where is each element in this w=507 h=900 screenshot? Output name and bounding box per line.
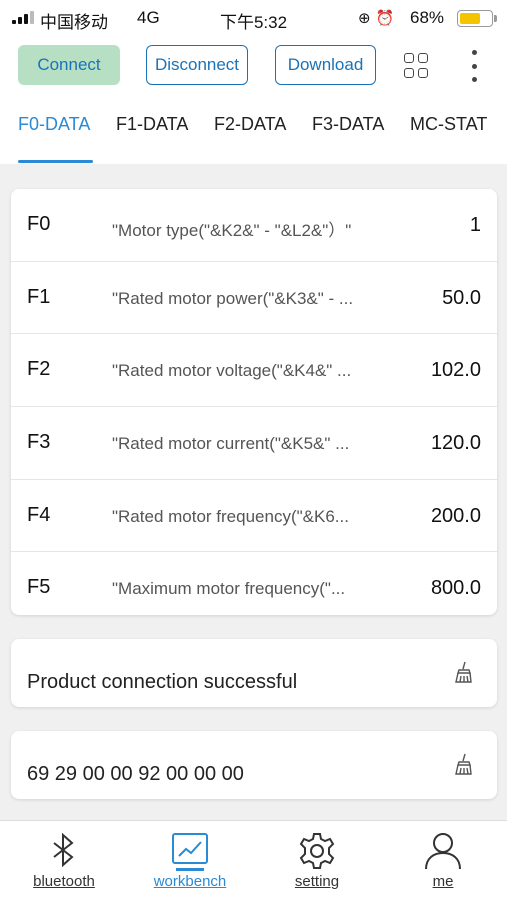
workbench-chart-icon xyxy=(172,833,208,864)
toolbar: Connect Disconnect Download xyxy=(0,36,507,94)
tab-mc-stat[interactable]: MC-STAT xyxy=(410,114,487,135)
param-row-f5[interactable]: F5 "Maximum motor frequency("... 800.0 xyxy=(11,552,497,615)
alarm-icon: ⏰ xyxy=(375,10,395,27)
grid-icon[interactable] xyxy=(404,53,429,78)
download-button[interactable]: Download xyxy=(275,45,376,85)
nav-label: workbench xyxy=(153,873,227,890)
screen-rotation-lock-icon: ⊕ xyxy=(358,10,371,27)
bottom-navigation: bluetooth workbench setting me xyxy=(0,820,507,900)
hex-data-text: 69 29 00 00 92 00 00 00 xyxy=(27,763,244,785)
param-row-f3[interactable]: F3 "Rated motor current("&K5&" ... 120.0 xyxy=(11,407,497,480)
param-description: "Rated motor voltage("&K4&" ... xyxy=(112,361,352,381)
param-row-f2[interactable]: F2 "Rated motor voltage("&K4&" ... 102.0 xyxy=(11,334,497,408)
status-message-card: Product connection successful xyxy=(11,639,497,707)
param-code: F1 xyxy=(27,285,51,308)
param-value: 1 xyxy=(469,214,481,236)
battery-icon xyxy=(457,10,497,27)
disconnect-button[interactable]: Disconnect xyxy=(146,45,248,85)
parameter-list: F0 "Motor type("&K2&" - "&L2&"）" 1 F1 "R… xyxy=(11,189,497,615)
nav-bluetooth[interactable]: bluetooth xyxy=(4,821,124,900)
tab-f1-data[interactable]: F1-DATA xyxy=(116,114,188,135)
hex-data-card: 69 29 00 00 92 00 00 00 xyxy=(11,731,497,799)
param-value: 50.0 xyxy=(442,286,481,309)
nav-label: setting xyxy=(294,873,340,890)
nav-label: me xyxy=(432,873,454,890)
param-code: F3 xyxy=(27,431,51,454)
param-value: 120.0 xyxy=(430,432,481,455)
bluetooth-icon xyxy=(53,832,74,868)
nav-workbench[interactable]: workbench xyxy=(130,821,250,900)
param-description: "Motor type("&K2&" - "&L2&"）" xyxy=(112,221,352,240)
param-row-f1[interactable]: F1 "Rated motor power("&K3&" - ... 50.0 xyxy=(11,262,497,335)
tab-f3-data[interactable]: F3-DATA xyxy=(312,114,384,135)
nav-label: bluetooth xyxy=(33,873,95,890)
param-code: F0 xyxy=(27,213,51,235)
param-description: "Rated motor power("&K3&" - ... xyxy=(112,288,354,308)
nav-setting[interactable]: setting xyxy=(257,821,377,900)
param-row-f0[interactable]: F0 "Motor type("&K2&" - "&L2&"）" 1 xyxy=(11,189,497,262)
param-value: 102.0 xyxy=(430,359,481,382)
param-code: F2 xyxy=(27,358,51,381)
active-tab-indicator xyxy=(18,160,93,163)
tab-f0-data[interactable]: F0-DATA xyxy=(18,114,90,135)
param-description: "Rated motor current("&K5&" ... xyxy=(112,434,350,454)
status-message: Product connection successful xyxy=(27,671,298,693)
nav-me[interactable]: me xyxy=(383,821,503,900)
param-value: 800.0 xyxy=(430,577,481,600)
param-description: "Maximum motor frequency("... xyxy=(112,579,346,599)
clear-broom-icon[interactable] xyxy=(454,661,474,683)
param-code: F4 xyxy=(27,503,51,526)
param-code: F5 xyxy=(27,576,51,599)
battery-percent: 68% xyxy=(410,8,445,27)
connect-button[interactable]: Connect xyxy=(18,45,120,85)
param-value: 200.0 xyxy=(430,504,481,527)
more-vertical-icon[interactable] xyxy=(466,50,482,82)
param-row-f4[interactable]: F4 "Rated motor frequency("&K6... 200.0 xyxy=(11,480,497,553)
gear-icon xyxy=(299,833,335,869)
person-icon xyxy=(425,833,461,870)
param-description: "Rated motor frequency("&K6... xyxy=(112,506,349,526)
clear-broom-icon[interactable] xyxy=(454,753,474,775)
status-bar: 中国移动 4G 下午5:32 ⊕ ⏰ 68% xyxy=(0,0,507,36)
tab-bar: F0-DATA F1-DATA F2-DATA F3-DATA MC-STAT xyxy=(0,94,507,164)
tab-f2-data[interactable]: F2-DATA xyxy=(214,114,286,135)
